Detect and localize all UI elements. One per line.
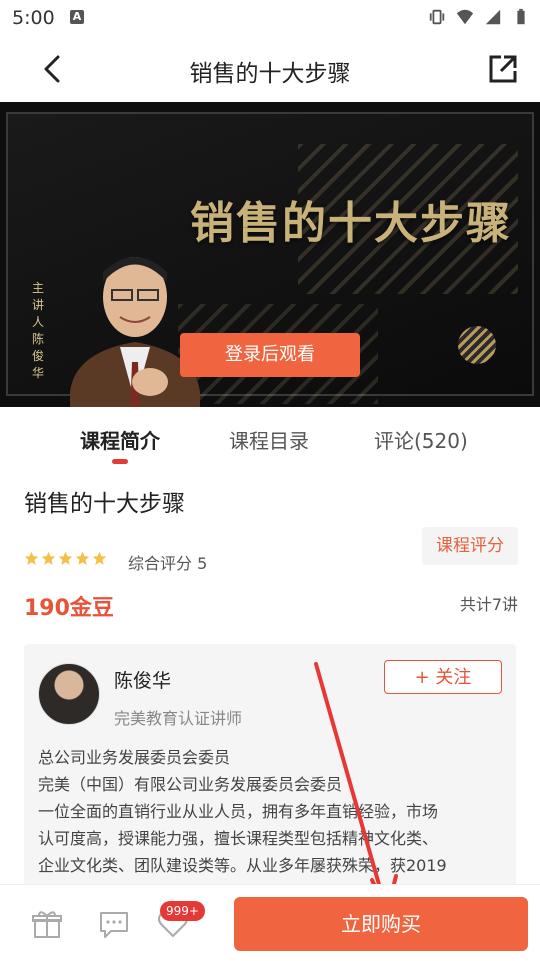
- gift-icon[interactable]: [30, 907, 64, 941]
- bio-line: 认可度高，授课能力强，擅长课程类型包括精神文化类、: [38, 829, 439, 848]
- status-bar: 5:00 A: [0, 0, 540, 36]
- video-banner-title: 销售的十大步骤: [190, 198, 512, 249]
- bio-line: 企业文化类、团队建设类等。从业多年屡获殊荣，获2019: [38, 856, 447, 875]
- status-icons: [428, 7, 530, 27]
- status-time: 5:00: [12, 7, 55, 29]
- rating-stars: [24, 551, 107, 566]
- battery-icon: [517, 8, 525, 25]
- signal-icon: [485, 9, 501, 25]
- rate-course-button[interactable]: 课程评分: [422, 527, 518, 565]
- page-title: 销售的十大步骤: [189, 61, 351, 87]
- star-icon: [75, 551, 90, 565]
- active-tab-indicator: [112, 459, 128, 464]
- lesson-count: 共计7讲: [459, 595, 518, 614]
- tab-intro[interactable]: 课程简介: [80, 425, 160, 454]
- teacher-card: 陈俊华 完美教育认证讲师 + 关注 总公司业务发展委员会委员 完美（中国）有限公…: [24, 644, 516, 889]
- star-icon: [41, 551, 56, 565]
- bio-line: 完美（中国）有限公司业务发展委员会委员: [38, 775, 343, 794]
- course-tabs: 课程简介 课程目录 评论(520): [0, 407, 540, 469]
- login-to-watch-button[interactable]: 登录后观看: [180, 333, 360, 377]
- teacher-certification: 完美教育认证讲师: [114, 709, 243, 728]
- like-count-badge: 999+: [160, 901, 205, 921]
- video-player[interactable]: 主讲人 陈俊华 销售的十大步骤 登录后观看: [0, 102, 540, 407]
- star-icon: [92, 551, 107, 565]
- follow-button[interactable]: + 关注: [384, 660, 502, 694]
- buy-now-button[interactable]: 立即购买: [234, 897, 528, 951]
- star-icon: [24, 551, 39, 565]
- keyboard-notification-icon: A: [70, 10, 84, 24]
- star-icon: [58, 551, 73, 565]
- wifi-icon: [456, 9, 474, 25]
- course-price: 190金豆: [24, 596, 114, 621]
- comment-icon[interactable]: [97, 907, 131, 941]
- teacher-bio: 总公司业务发展委员会委员 完美（中国）有限公司业务发展委员会委员 一位全面的直销…: [38, 744, 508, 879]
- video-presenter-label: 主讲人 陈俊华: [31, 281, 44, 380]
- vibrate-icon: [429, 9, 445, 25]
- rating-text: 综合评分 5: [128, 554, 208, 573]
- tab-comments[interactable]: 评论(520): [374, 425, 468, 454]
- share-icon[interactable]: [486, 52, 520, 86]
- teacher-name: 陈俊华: [114, 670, 172, 692]
- tab-catalog[interactable]: 课程目录: [229, 425, 309, 454]
- course-title: 销售的十大步骤: [24, 491, 185, 517]
- bio-line: 一位全面的直销行业从业人员，拥有多年直销经验，市场: [38, 802, 439, 821]
- bottom-action-bar: 999+ 立即购买: [0, 884, 540, 961]
- app-header: 销售的十大步骤: [0, 36, 540, 102]
- presenter-photo: [70, 257, 200, 407]
- decorative-circle: [458, 326, 496, 364]
- bio-line: 总公司业务发展委员会委员: [38, 748, 231, 767]
- teacher-avatar[interactable]: [38, 663, 100, 725]
